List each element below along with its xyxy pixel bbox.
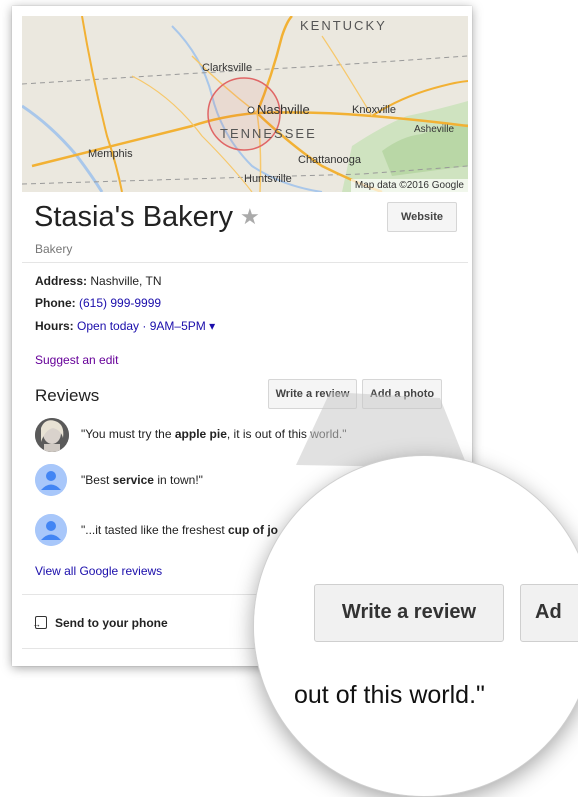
magnified-write-review-button: Write a review: [314, 584, 504, 642]
magnified-add-photo-button: Ad: [520, 584, 578, 642]
magnified-review-text: out of this world.": [294, 681, 485, 709]
magnifier: Write a review Ad out of this world.": [253, 455, 578, 797]
magnifier-content: Write a review Ad out of this world.": [254, 456, 578, 796]
